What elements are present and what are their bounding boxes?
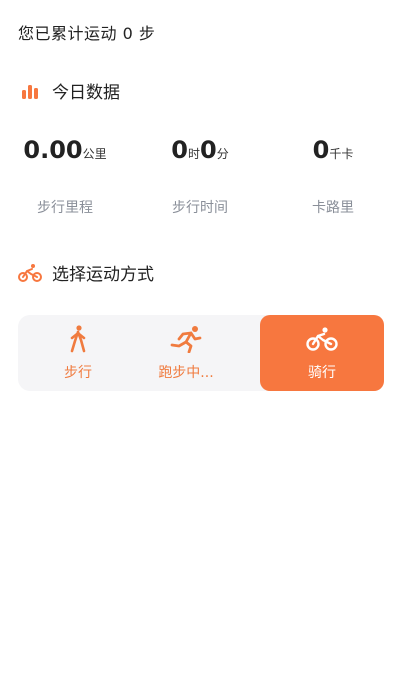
- mode-walk-button[interactable]: 步行: [18, 315, 138, 391]
- stat-time: 0时0分 步行时间: [135, 133, 265, 217]
- time-hours: 0: [171, 136, 188, 164]
- mode-ride-label: 骑行: [308, 365, 336, 381]
- bicycle-icon: [18, 261, 42, 285]
- choose-mode-heading: 选择运动方式: [18, 260, 154, 285]
- time-value-line: 0时0分: [135, 133, 265, 167]
- walk-icon: [61, 324, 95, 354]
- today-stats: 0.00公里 步行里程 0时0分 步行时间 0千卡 卡路里: [0, 133, 400, 228]
- bicycle-icon: [305, 324, 339, 354]
- distance-label: 步行里程: [37, 200, 93, 216]
- distance-value-line: 0.00公里: [0, 133, 130, 167]
- mode-selector: 步行 跑步中... 骑行: [18, 315, 384, 391]
- stat-distance: 0.00公里 步行里程: [0, 133, 130, 217]
- calories-value: 0: [312, 136, 330, 164]
- stat-calories: 0千卡 卡路里: [268, 133, 398, 217]
- time-minutes: 0: [200, 136, 217, 164]
- calories-label: 卡路里: [312, 200, 354, 216]
- mode-ride-button[interactable]: 骑行: [260, 315, 384, 391]
- calories-unit: 千卡: [329, 147, 354, 161]
- total-steps-text: 您已累计运动 0 步: [18, 24, 156, 43]
- choose-mode-title: 选择运动方式: [52, 265, 154, 285]
- bar-chart-icon: [18, 79, 42, 103]
- calories-value-line: 0千卡: [268, 133, 398, 167]
- page: 您已累计运动 0 步 今日数据 0.00公里 步行里程 0时0分 步行时间 0千…: [0, 0, 400, 700]
- today-data-title: 今日数据: [52, 83, 120, 103]
- time-hours-unit: 时: [187, 147, 200, 161]
- distance-unit: 公里: [82, 147, 107, 161]
- time-minutes-unit: 分: [216, 147, 229, 161]
- mode-run-label: 跑步中...: [158, 365, 214, 381]
- mode-walk-label: 步行: [64, 365, 92, 381]
- run-icon: [169, 324, 203, 354]
- time-label: 步行时间: [172, 200, 228, 216]
- distance-value: 0.00: [23, 136, 83, 164]
- today-data-heading: 今日数据: [18, 78, 120, 103]
- mode-run-button[interactable]: 跑步中...: [126, 315, 246, 391]
